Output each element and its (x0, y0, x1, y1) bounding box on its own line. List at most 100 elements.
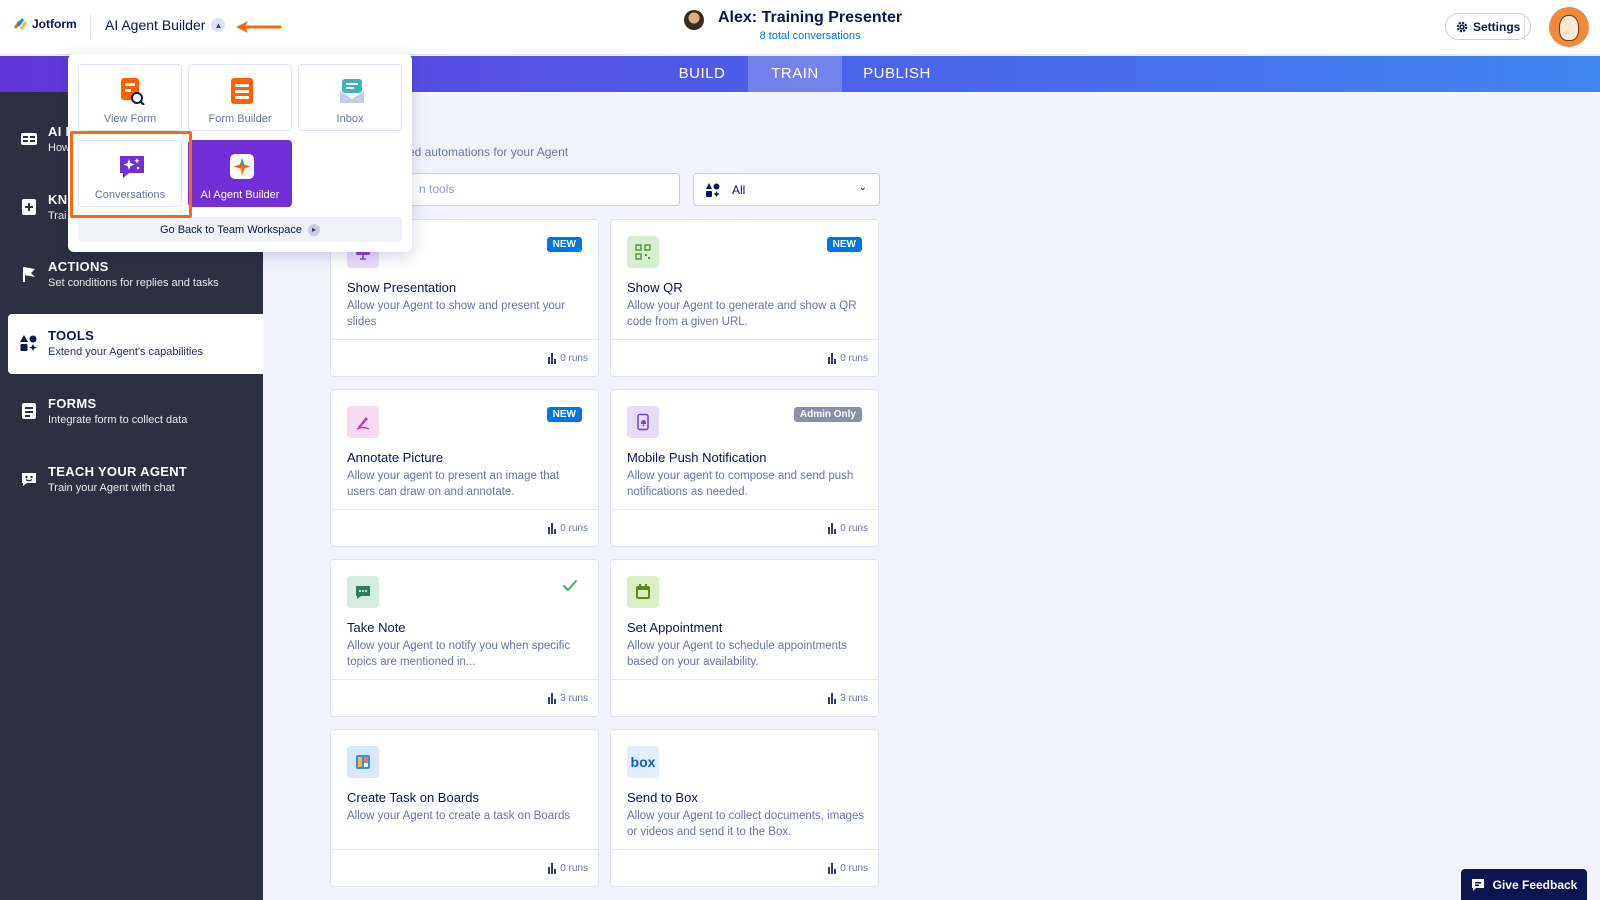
header-divider (90, 14, 91, 40)
admin-only-badge: Admin Only (793, 407, 862, 422)
app-tile-form-builder[interactable]: Form Builder (188, 64, 292, 131)
runs-count: 3 runs (548, 693, 588, 704)
sidebar-item-title: TEACH YOUR AGENT (48, 464, 188, 479)
search-placeholder: n tools (419, 182, 455, 196)
feedback-chat-icon (1471, 878, 1484, 891)
note-chat-icon (347, 576, 379, 608)
bar-chart-icon (548, 693, 557, 704)
card-title: Mobile Push Notification (627, 450, 767, 465)
app-tile-view-form[interactable]: View Form (78, 64, 182, 131)
runs-label: 0 runs (840, 863, 868, 874)
card-description: Allow your Agent to generate and show a … (627, 300, 857, 328)
chevron-up-icon: ▲ (211, 18, 226, 32)
app-tile-inbox[interactable]: Inbox (298, 64, 402, 131)
total-conversations-link[interactable]: 8 total conversations (718, 30, 902, 42)
chevron-right-icon: ▸ (308, 223, 321, 236)
gear-icon (1456, 21, 1468, 32)
app-tile-conversations[interactable]: Conversations (78, 140, 182, 207)
runs-count: 0 runs (828, 523, 868, 534)
runs-count: 0 runs (548, 523, 588, 534)
card-title: Annotate Picture (347, 450, 444, 465)
card-description: Allow your Agent to collect documents, i… (627, 810, 865, 838)
card-description: Allow your Agent to create a task on Boa… (347, 810, 571, 822)
bar-chart-icon (548, 353, 557, 364)
runs-label: 0 runs (840, 523, 868, 534)
card-description: Allow your agent to present an image tha… (347, 470, 560, 498)
sidebar-item-teach-your-agent[interactable]: TEACH YOUR AGENT Train your Agent with c… (8, 450, 263, 510)
jotform-logo-icon (13, 17, 28, 31)
card-title: Set Appointment (627, 620, 723, 635)
runs-label: 0 runs (840, 353, 868, 364)
tool-card-mobile-push-notification[interactable]: Mobile Push Notification Allow your agen… (610, 389, 879, 547)
flag-icon (23, 267, 35, 282)
box-logo-icon: box (627, 746, 659, 778)
give-feedback-button[interactable]: Give Feedback (1461, 869, 1587, 900)
view-form-icon (121, 78, 145, 105)
annotation-arrow-icon (236, 21, 282, 33)
id-card-icon (21, 133, 37, 145)
form-builder-icon (231, 78, 253, 104)
phone-bell-icon (627, 406, 659, 438)
sidebar-item-desc: Extend your Agent's capabilities (48, 346, 203, 358)
tab-publish[interactable]: PUBLISH (842, 56, 952, 92)
sidebar-item-desc: Train your Agent with chat (48, 482, 175, 494)
user-avatar[interactable] (1549, 7, 1589, 47)
sidebar-item-forms[interactable]: FORMS Integrate form to collect data (8, 382, 263, 442)
sidebar-item-desc: Set conditions for replies and tasks (48, 277, 219, 289)
form-icon (22, 403, 36, 419)
tool-card-show-qr[interactable]: Show QR Allow your Agent to generate and… (610, 219, 879, 377)
app-tile-label: Conversations (94, 189, 166, 201)
calendar-icon (627, 576, 659, 608)
card-title: Show QR (627, 280, 683, 295)
runs-count: 0 runs (548, 353, 588, 364)
agent-avatar[interactable] (684, 10, 704, 30)
tool-card-take-note[interactable]: Take Note Allow your Agent to notify you… (330, 559, 599, 717)
card-description: Allow your agent to compose and send pus… (627, 470, 854, 498)
bar-chart-icon (548, 523, 557, 534)
card-footer: 0 runs (611, 509, 878, 546)
runs-count: 0 runs (828, 863, 868, 874)
go-back-label: Go Back to Team Workspace (159, 223, 303, 236)
agent-name[interactable]: Alex: Training Presenter (718, 9, 902, 27)
jotform-logo[interactable]: Jotform (13, 17, 77, 31)
card-footer: 3 runs (611, 679, 878, 716)
chat-smile-icon (22, 473, 36, 486)
tool-card-set-appointment[interactable]: Set Appointment Allow your Agent to sche… (610, 559, 879, 717)
app-tile-label: Form Builder (208, 113, 272, 125)
tool-card-create-task-on-boards[interactable]: Create Task on Boards Allow your Agent t… (330, 729, 599, 887)
app-tile-ai-agent-builder[interactable]: AI Agent Builder (188, 140, 292, 207)
card-title: Show Presentation (347, 280, 457, 295)
ai-agent-builder-icon (230, 154, 254, 179)
app-switcher-label: AI Agent Builder (105, 17, 206, 33)
tool-card-annotate-picture[interactable]: Annotate Picture Allow your agent to pre… (330, 389, 599, 547)
sidebar-item-tools[interactable]: TOOLS Extend your Agent's capabilities (8, 314, 263, 374)
settings-button[interactable]: Settings (1445, 13, 1532, 40)
runs-label: 3 runs (560, 693, 588, 704)
logo-text: Jotform (32, 17, 77, 31)
tools-grid-icon (706, 183, 720, 197)
page-subtitle: sed automations for your Agent (402, 145, 569, 159)
sidebar-item-actions[interactable]: ACTIONS Set conditions for replies and t… (8, 245, 263, 305)
runs-count: 0 runs (828, 353, 868, 364)
sidebar-item-title: TOOLS (48, 328, 95, 343)
app-tile-label: Inbox (336, 113, 364, 125)
app-tile-label: AI Agent Builder (200, 189, 280, 201)
card-title: Send to Box (627, 790, 698, 805)
card-title: Take Note (347, 620, 406, 635)
sidebar-item-desc: How (48, 142, 71, 154)
give-feedback-label: Give Feedback (1492, 877, 1578, 892)
sidebar-item-desc: Integrate form to collect data (48, 414, 188, 426)
app-switcher-button[interactable]: AI Agent Builder ▲ (105, 17, 226, 33)
sidebar-item-desc: Trai (48, 210, 67, 222)
app-switcher-dropdown: View Form Form Builder Inbox Conversatio… (68, 54, 412, 252)
runs-count: 0 runs (548, 863, 588, 874)
tools-grid-icon (20, 335, 37, 351)
go-back-to-team-workspace-button[interactable]: Go Back to Team Workspace ▸ (78, 217, 402, 242)
inbox-icon (340, 79, 364, 103)
tool-card-send-to-box[interactable]: box Send to Box Allow your Agent to coll… (610, 729, 879, 887)
runs-count: 3 runs (828, 693, 868, 704)
runs-label: 0 runs (560, 863, 588, 874)
category-filter-select[interactable]: All ⌄ (693, 173, 880, 206)
tab-build[interactable]: BUILD (656, 56, 748, 92)
tab-train[interactable]: TRAIN (748, 56, 842, 92)
